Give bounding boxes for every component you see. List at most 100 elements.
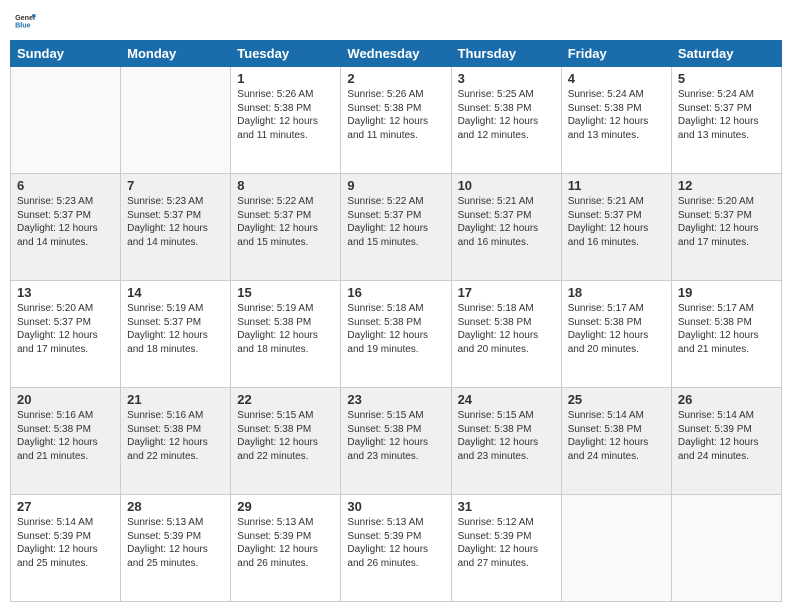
day-number: 24 [458, 392, 555, 407]
day-info: Sunrise: 5:24 AMSunset: 5:38 PMDaylight:… [568, 88, 665, 142]
day-number: 20 [17, 392, 114, 407]
calendar-cell: 3 Sunrise: 5:25 AMSunset: 5:38 PMDaylight… [451, 67, 561, 174]
calendar-row-0: 1 Sunrise: 5:26 AMSunset: 5:38 PMDaylight… [11, 67, 782, 174]
day-number: 16 [347, 285, 444, 300]
day-info: Sunrise: 5:14 AMSunset: 5:39 PMDaylight:… [678, 409, 775, 463]
day-info: Sunrise: 5:22 AMSunset: 5:37 PMDaylight:… [347, 195, 444, 249]
calendar-cell: 14 Sunrise: 5:19 AMSunset: 5:37 PMDayligh… [121, 281, 231, 388]
day-number: 28 [127, 499, 224, 514]
calendar-cell: 30 Sunrise: 5:13 AMSunset: 5:39 PMDayligh… [341, 495, 451, 602]
calendar-cell: 11Sunrise: 5:21 AMSunset: 5:37 PMDayligh… [561, 174, 671, 281]
calendar-cell: 15 Sunrise: 5:19 AMSunset: 5:38 PMDayligh… [231, 281, 341, 388]
calendar-cell: 25Sunrise: 5:14 AMSunset: 5:38 PMDayligh… [561, 388, 671, 495]
day-info: Sunrise: 5:22 AMSunset: 5:37 PMDaylight:… [237, 195, 334, 249]
day-info: Sunrise: 5:13 AMSunset: 5:39 PMDaylight:… [347, 516, 444, 570]
day-number: 26 [678, 392, 775, 407]
weekday-header-tuesday: Tuesday [231, 41, 341, 67]
calendar-cell: 12Sunrise: 5:20 AMSunset: 5:37 PMDayligh… [671, 174, 781, 281]
calendar-cell: 17Sunrise: 5:18 AMSunset: 5:38 PMDayligh… [451, 281, 561, 388]
calendar-cell: 23Sunrise: 5:15 AMSunset: 5:38 PMDayligh… [341, 388, 451, 495]
calendar-cell: 22 Sunrise: 5:15 AMSunset: 5:38 PMDayligh… [231, 388, 341, 495]
day-info: Sunrise: 5:23 AMSunset: 5:37 PMDaylight:… [17, 195, 114, 249]
day-info: Sunrise: 5:25 AMSunset: 5:38 PMDaylight:… [458, 88, 555, 142]
day-number: 21 [127, 392, 224, 407]
day-number: 4 [568, 71, 665, 86]
calendar-cell: 27 Sunrise: 5:14 AMSunset: 5:39 PMDayligh… [11, 495, 121, 602]
calendar-cell: 13Sunrise: 5:20 AMSunset: 5:37 PMDayligh… [11, 281, 121, 388]
calendar-cell: 24 Sunrise: 5:15 AMSunset: 5:38 PMDayligh… [451, 388, 561, 495]
calendar-cell: 4 Sunrise: 5:24 AMSunset: 5:38 PMDaylight… [561, 67, 671, 174]
calendar-cell [671, 495, 781, 602]
calendar-cell: 16 Sunrise: 5:18 AMSunset: 5:38 PMDayligh… [341, 281, 451, 388]
day-number: 18 [568, 285, 665, 300]
day-info: Sunrise: 5:15 AMSunset: 5:38 PMDaylight:… [237, 409, 334, 463]
weekday-header-friday: Friday [561, 41, 671, 67]
day-info: Sunrise: 5:23 AMSunset: 5:37 PMDaylight:… [127, 195, 224, 249]
day-number: 14 [127, 285, 224, 300]
day-number: 30 [347, 499, 444, 514]
calendar-cell [11, 67, 121, 174]
day-info: Sunrise: 5:21 AMSunset: 5:37 PMDaylight:… [568, 195, 665, 249]
calendar-cell: 20 Sunrise: 5:16 AMSunset: 5:38 PMDayligh… [11, 388, 121, 495]
day-info: Sunrise: 5:15 AMSunset: 5:38 PMDaylight:… [347, 409, 444, 463]
calendar-cell: 7 Sunrise: 5:23 AMSunset: 5:37 PMDaylight… [121, 174, 231, 281]
calendar-cell: 8Sunrise: 5:22 AMSunset: 5:37 PMDaylight… [231, 174, 341, 281]
day-info: Sunrise: 5:17 AMSunset: 5:38 PMDaylight:… [568, 302, 665, 356]
calendar-cell: 18 Sunrise: 5:17 AMSunset: 5:38 PMDayligh… [561, 281, 671, 388]
weekday-header-thursday: Thursday [451, 41, 561, 67]
day-info: Sunrise: 5:17 AMSunset: 5:38 PMDaylight:… [678, 302, 775, 356]
day-info: Sunrise: 5:13 AMSunset: 5:39 PMDaylight:… [237, 516, 334, 570]
day-number: 27 [17, 499, 114, 514]
day-info: Sunrise: 5:21 AMSunset: 5:37 PMDaylight:… [458, 195, 555, 249]
day-number: 1 [237, 71, 334, 86]
weekday-header-monday: Monday [121, 41, 231, 67]
calendar-cell: 2 Sunrise: 5:26 AMSunset: 5:38 PMDaylight… [341, 67, 451, 174]
calendar-cell: 28 Sunrise: 5:13 AMSunset: 5:39 PMDayligh… [121, 495, 231, 602]
calendar-cell: 29 Sunrise: 5:13 AMSunset: 5:39 PMDayligh… [231, 495, 341, 602]
day-number: 15 [237, 285, 334, 300]
calendar-row-3: 20 Sunrise: 5:16 AMSunset: 5:38 PMDayligh… [11, 388, 782, 495]
day-number: 2 [347, 71, 444, 86]
calendar-cell: 10 Sunrise: 5:21 AMSunset: 5:37 PMDayligh… [451, 174, 561, 281]
day-number: 12 [678, 178, 775, 193]
calendar-cell: 21Sunrise: 5:16 AMSunset: 5:38 PMDayligh… [121, 388, 231, 495]
weekday-header-wednesday: Wednesday [341, 41, 451, 67]
day-number: 10 [458, 178, 555, 193]
day-number: 19 [678, 285, 775, 300]
calendar-cell: 5 Sunrise: 5:24 AMSunset: 5:37 PMDaylight… [671, 67, 781, 174]
calendar-row-4: 27 Sunrise: 5:14 AMSunset: 5:39 PMDayligh… [11, 495, 782, 602]
day-info: Sunrise: 5:18 AMSunset: 5:38 PMDaylight:… [458, 302, 555, 356]
day-info: Sunrise: 5:19 AMSunset: 5:38 PMDaylight:… [237, 302, 334, 356]
day-number: 29 [237, 499, 334, 514]
calendar-cell: 9Sunrise: 5:22 AMSunset: 5:37 PMDaylight… [341, 174, 451, 281]
day-info: Sunrise: 5:13 AMSunset: 5:39 PMDaylight:… [127, 516, 224, 570]
calendar-table: SundayMondayTuesdayWednesdayThursdayFrid… [10, 40, 782, 602]
day-info: Sunrise: 5:14 AMSunset: 5:39 PMDaylight:… [17, 516, 114, 570]
logo-icon: General Blue [14, 10, 36, 32]
day-info: Sunrise: 5:26 AMSunset: 5:38 PMDaylight:… [237, 88, 334, 142]
calendar-cell [561, 495, 671, 602]
weekday-header-saturday: Saturday [671, 41, 781, 67]
day-info: Sunrise: 5:20 AMSunset: 5:37 PMDaylight:… [17, 302, 114, 356]
day-info: Sunrise: 5:19 AMSunset: 5:37 PMDaylight:… [127, 302, 224, 356]
day-info: Sunrise: 5:16 AMSunset: 5:38 PMDaylight:… [17, 409, 114, 463]
calendar-row-1: 6 Sunrise: 5:23 AMSunset: 5:37 PMDaylight… [11, 174, 782, 281]
calendar-cell: 6 Sunrise: 5:23 AMSunset: 5:37 PMDaylight… [11, 174, 121, 281]
day-number: 3 [458, 71, 555, 86]
day-info: Sunrise: 5:26 AMSunset: 5:38 PMDaylight:… [347, 88, 444, 142]
day-number: 5 [678, 71, 775, 86]
calendar-row-2: 13Sunrise: 5:20 AMSunset: 5:37 PMDayligh… [11, 281, 782, 388]
day-number: 6 [17, 178, 114, 193]
day-number: 22 [237, 392, 334, 407]
day-info: Sunrise: 5:15 AMSunset: 5:38 PMDaylight:… [458, 409, 555, 463]
svg-text:Blue: Blue [15, 22, 31, 30]
calendar-cell: 26 Sunrise: 5:14 AMSunset: 5:39 PMDayligh… [671, 388, 781, 495]
day-number: 7 [127, 178, 224, 193]
page: General Blue SundayMondayTuesdayWednesda… [0, 0, 792, 612]
weekday-header-sunday: Sunday [11, 41, 121, 67]
day-info: Sunrise: 5:24 AMSunset: 5:37 PMDaylight:… [678, 88, 775, 142]
calendar-cell: 31Sunrise: 5:12 AMSunset: 5:39 PMDayligh… [451, 495, 561, 602]
day-info: Sunrise: 5:18 AMSunset: 5:38 PMDaylight:… [347, 302, 444, 356]
day-number: 25 [568, 392, 665, 407]
calendar-cell: 1 Sunrise: 5:26 AMSunset: 5:38 PMDaylight… [231, 67, 341, 174]
